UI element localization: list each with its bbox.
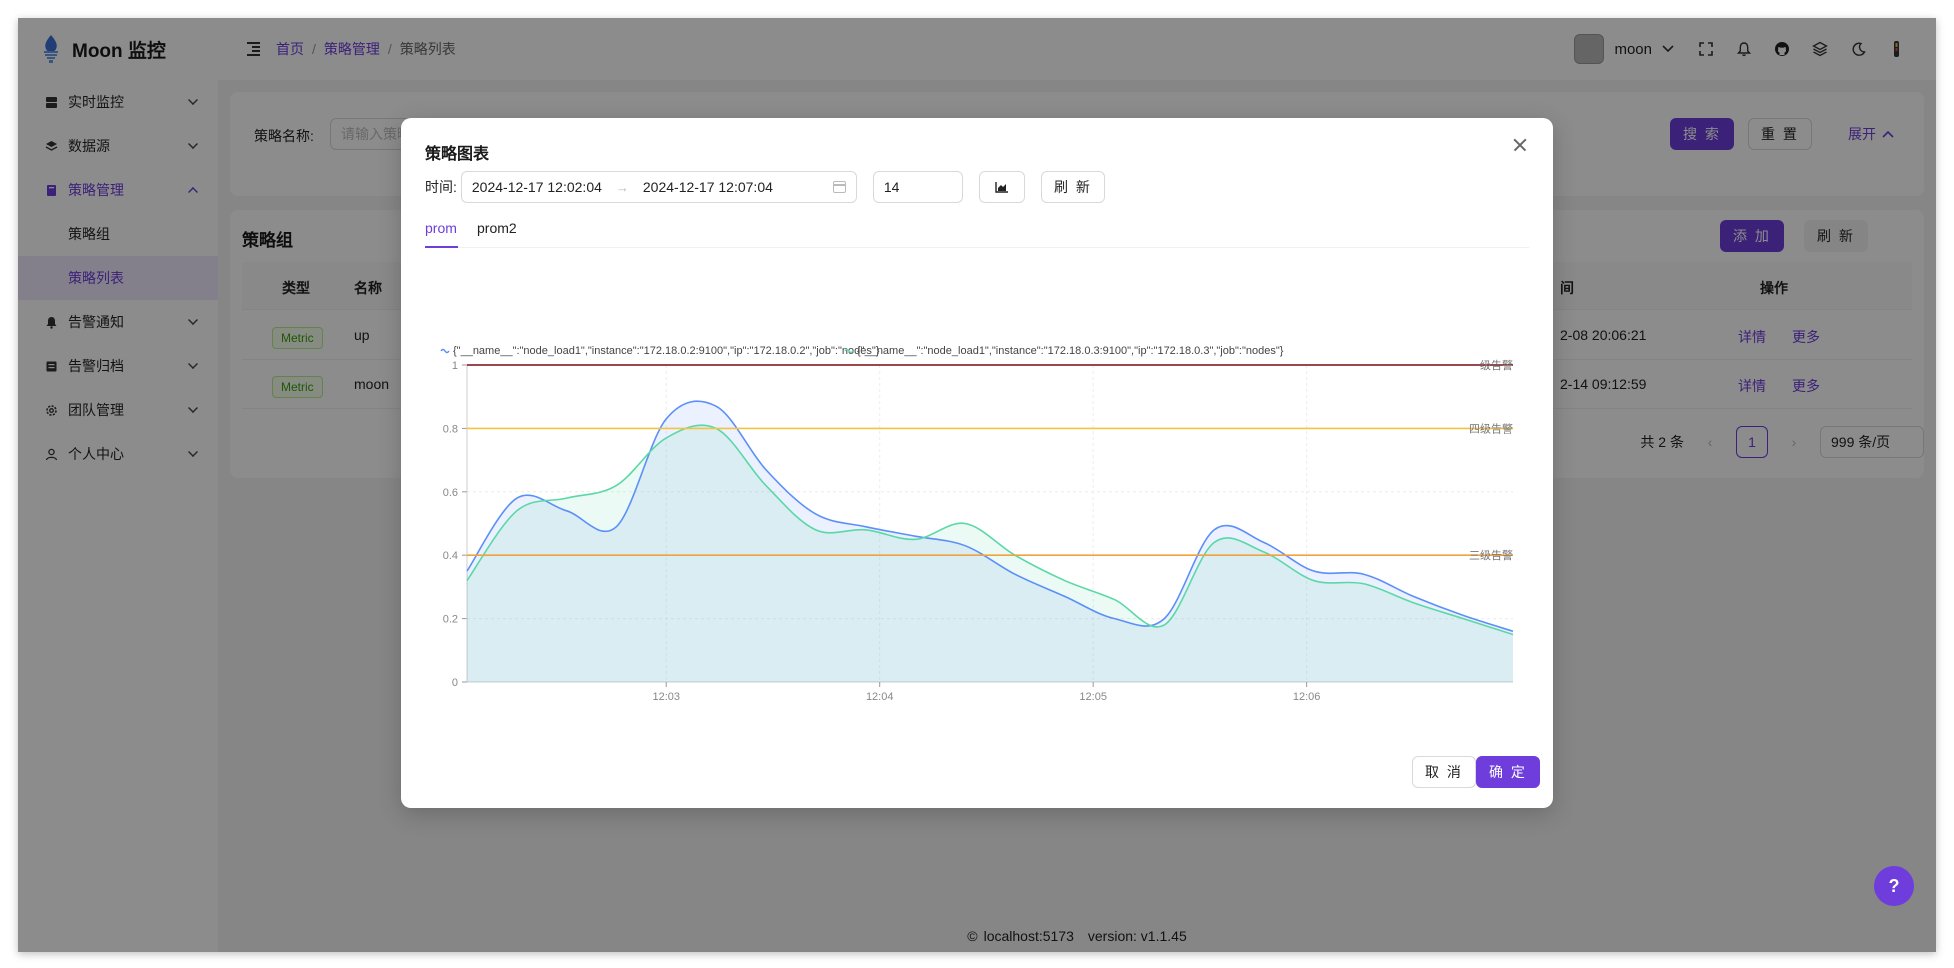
- chart-refresh-button[interactable]: 刷 新: [1040, 171, 1105, 203]
- threshold-label: 三级告警: [1469, 548, 1513, 562]
- y-tick-label: 1: [452, 360, 458, 372]
- filter-row: 时间: 2024-12-17 12:02:04 → 2024-12-17 12:…: [425, 170, 1105, 204]
- line-chart: 0 0.2 0.4 0.6 0.8 1 12:03 12:04 12:05 12:06 级告警四级告…: [440, 345, 1514, 703]
- ok-button[interactable]: 确 定: [1476, 756, 1540, 788]
- range-start[interactable]: 2024-12-17 12:02:04: [472, 179, 602, 195]
- calendar-icon: [832, 181, 846, 193]
- x-tick-label: 12:04: [866, 691, 894, 703]
- close-icon[interactable]: [1509, 134, 1531, 156]
- modal-title: 策略图表: [425, 146, 490, 163]
- help-icon[interactable]: ?: [1874, 866, 1914, 906]
- cancel-button[interactable]: 取 消: [1412, 756, 1476, 788]
- y-tick-label: 0.6: [443, 487, 458, 499]
- series-area: [467, 425, 1513, 682]
- threshold-label: 级告警: [1480, 358, 1513, 372]
- legend-label: {"__name__":"node_load1","instance":"172…: [857, 345, 1284, 357]
- step-input[interactable]: 14: [872, 171, 963, 203]
- range-end[interactable]: 2024-12-17 12:07:04: [643, 179, 773, 195]
- strategy-chart-modal: 策略图表 时间: 2024-12-17 12:02:04 → 2024-12-1…: [401, 118, 1553, 808]
- time-label: 时间:: [425, 179, 457, 195]
- x-tick-label: 12:05: [1079, 691, 1107, 703]
- arrow-right-icon: →: [615, 179, 629, 195]
- query-tabs: prom prom2: [425, 212, 1529, 248]
- legend-marker: [440, 348, 450, 354]
- area-chart-icon: [995, 182, 1008, 193]
- active-tab-indicator: [425, 246, 458, 248]
- tab-prom[interactable]: prom: [425, 220, 457, 236]
- y-tick-label: 0.8: [443, 423, 458, 435]
- threshold-label: 四级告警: [1469, 421, 1513, 435]
- y-tick-label: 0: [452, 677, 458, 689]
- tab-prom2[interactable]: prom2: [477, 220, 517, 236]
- x-tick-label: 12:06: [1293, 691, 1321, 703]
- legend-label: {"__name__":"node_load1","instance":"172…: [453, 345, 880, 357]
- chart-type-button[interactable]: [978, 171, 1025, 203]
- time-range-picker[interactable]: 2024-12-17 12:02:04 → 2024-12-17 12:07:0…: [460, 171, 857, 203]
- y-tick-label: 0.4: [443, 550, 458, 562]
- x-tick-label: 12:03: [652, 691, 680, 703]
- y-tick-label: 0.2: [443, 614, 458, 626]
- chart-area: 0 0.2 0.4 0.6 0.8 1 12:03 12:04 12:05 12:06 级告警四级告…: [401, 258, 1553, 748]
